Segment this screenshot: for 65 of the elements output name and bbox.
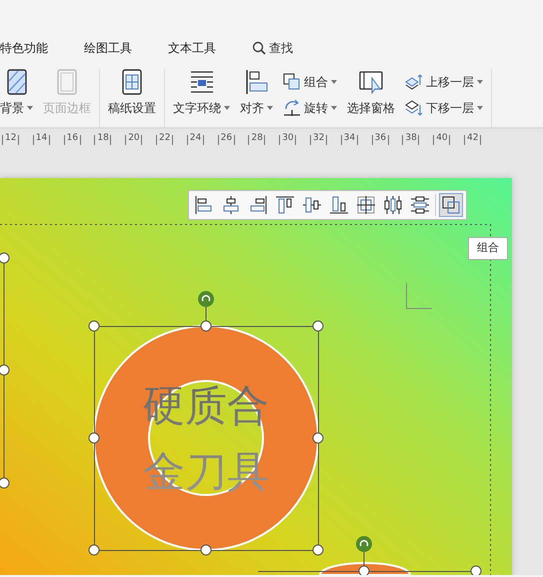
align-middle-icon: [302, 195, 322, 215]
ruler-number: 22: [159, 132, 170, 145]
align-center-icon: [221, 195, 241, 215]
background-icon: [6, 69, 28, 95]
ruler-number: 28: [251, 132, 263, 145]
tooltip: 组合: [468, 237, 508, 260]
ruler-number: 16: [66, 132, 78, 145]
send-backward-icon: [405, 99, 423, 117]
toolbar-button[interactable]: [354, 193, 378, 217]
ruler-number: 38: [405, 132, 417, 145]
caret-icon: [331, 106, 337, 110]
ruler-number: 18: [97, 132, 109, 145]
ruler-number: 20: [128, 132, 140, 145]
ruler-number: 14: [36, 132, 48, 145]
ribbon-button[interactable]: 旋转: [283, 95, 337, 121]
ribbon-button[interactable]: 选择窗格: [347, 69, 395, 117]
ribbon-button[interactable]: 文字环绕: [173, 69, 230, 117]
align-left-icon: [194, 195, 214, 215]
rotate-handle[interactable]: [198, 291, 214, 307]
ruler-number: 30: [282, 132, 294, 145]
align-left-icon: [244, 69, 268, 95]
selection-frame[interactable]: [0, 252, 10, 488]
caret-icon: [224, 106, 230, 110]
search-icon: [252, 41, 266, 55]
ribbon-button[interactable]: 组合: [283, 69, 337, 95]
distribute-horizontal-icon: [383, 195, 403, 215]
page-border-icon: [56, 69, 78, 95]
ribbon-button[interactable]: 对齐: [240, 69, 273, 117]
caret-icon: [27, 106, 33, 110]
group-icon: [283, 73, 301, 91]
corner-mark: [406, 282, 432, 309]
ruler-number: 40: [436, 132, 448, 145]
search-button[interactable]: 查找: [252, 39, 293, 57]
toolbar-button[interactable]: [439, 193, 463, 217]
menu-tab[interactable]: 特色功能: [0, 39, 66, 57]
caret-icon: [477, 80, 483, 84]
align-top-icon: [275, 195, 295, 215]
menu-tab[interactable]: 绘图工具: [84, 39, 150, 57]
ruler-number: 26: [220, 132, 232, 145]
grid-paper-icon: [121, 69, 143, 95]
ruler-number: 34: [344, 132, 356, 145]
text-wrap-icon: [190, 69, 214, 95]
ribbon-button[interactable]: 背景: [0, 69, 33, 117]
ruler-number: 36: [374, 132, 386, 145]
align-right-icon: [248, 195, 268, 215]
align-bottom-icon: [329, 195, 349, 215]
ribbon-button[interactable]: 上移一层: [405, 69, 483, 95]
caret-icon: [331, 80, 337, 84]
ruler-number: 32: [313, 132, 324, 145]
menu-tab[interactable]: 文本工具: [168, 39, 234, 57]
selection-pane-icon: [359, 69, 383, 95]
ribbon-button[interactable]: 稿纸设置: [108, 69, 156, 117]
distribute-vertical-icon: [410, 195, 430, 215]
rotate-handle[interactable]: [356, 536, 372, 552]
ruler-number: 42: [467, 132, 478, 145]
rotate-icon: [283, 99, 301, 117]
caret-icon: [267, 106, 273, 110]
bring-forward-icon: [405, 73, 423, 91]
center-icon: [356, 195, 376, 215]
ribbon-button[interactable]: 下移一层: [405, 95, 483, 121]
ruler-number: 24: [190, 132, 202, 145]
selection-frame[interactable]: [258, 550, 482, 575]
ruler-number: 12: [5, 132, 16, 145]
group-icon: [441, 195, 461, 215]
caret-icon: [477, 106, 483, 110]
